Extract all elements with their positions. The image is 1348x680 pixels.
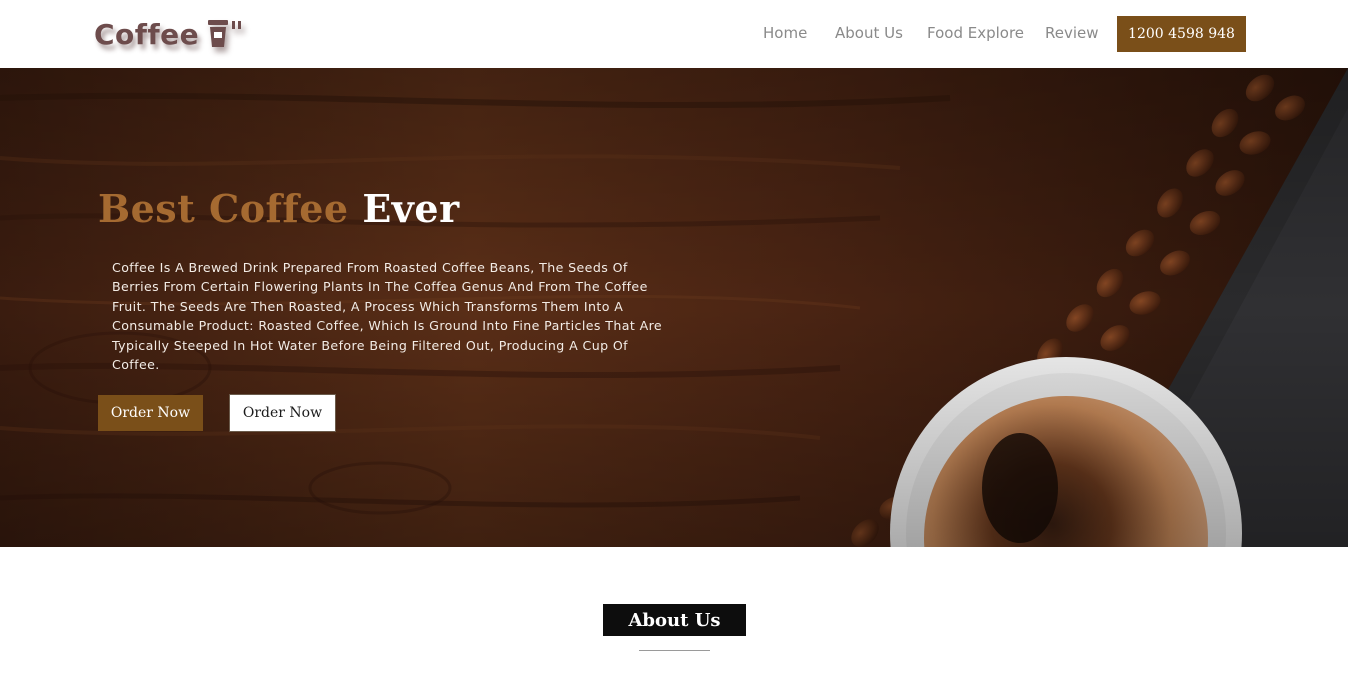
nav-link-home[interactable]: Home <box>763 24 807 44</box>
hero-title: Best Coffee Ever <box>98 186 460 234</box>
nav-link-food-explore[interactable]: Food Explore <box>927 24 1024 44</box>
nav-link-about-us[interactable]: About Us <box>835 24 903 44</box>
site-logo[interactable]: Coffee <box>94 14 245 54</box>
hero-section: Best Coffee Ever Coffee Is A Brewed Drin… <box>0 68 1348 547</box>
coffee-cup-icon <box>208 20 242 47</box>
logo-text: Coffee <box>94 17 200 51</box>
order-now-button-secondary[interactable]: Order Now <box>229 394 336 432</box>
hero-title-rest: Ever <box>362 186 460 231</box>
nav-link-review[interactable]: Review <box>1045 24 1099 44</box>
about-us-heading: About Us <box>603 604 746 636</box>
about-divider <box>639 650 710 651</box>
phone-button[interactable]: 1200 4598 948 <box>1117 16 1246 52</box>
order-now-button-primary[interactable]: Order Now <box>98 395 203 431</box>
hero-description: Coffee Is A Brewed Drink Prepared From R… <box>112 260 663 373</box>
hero-title-accent: Best Coffee <box>98 186 349 231</box>
site-header: Coffee Home About Us Food Explore Review… <box>0 0 1348 68</box>
